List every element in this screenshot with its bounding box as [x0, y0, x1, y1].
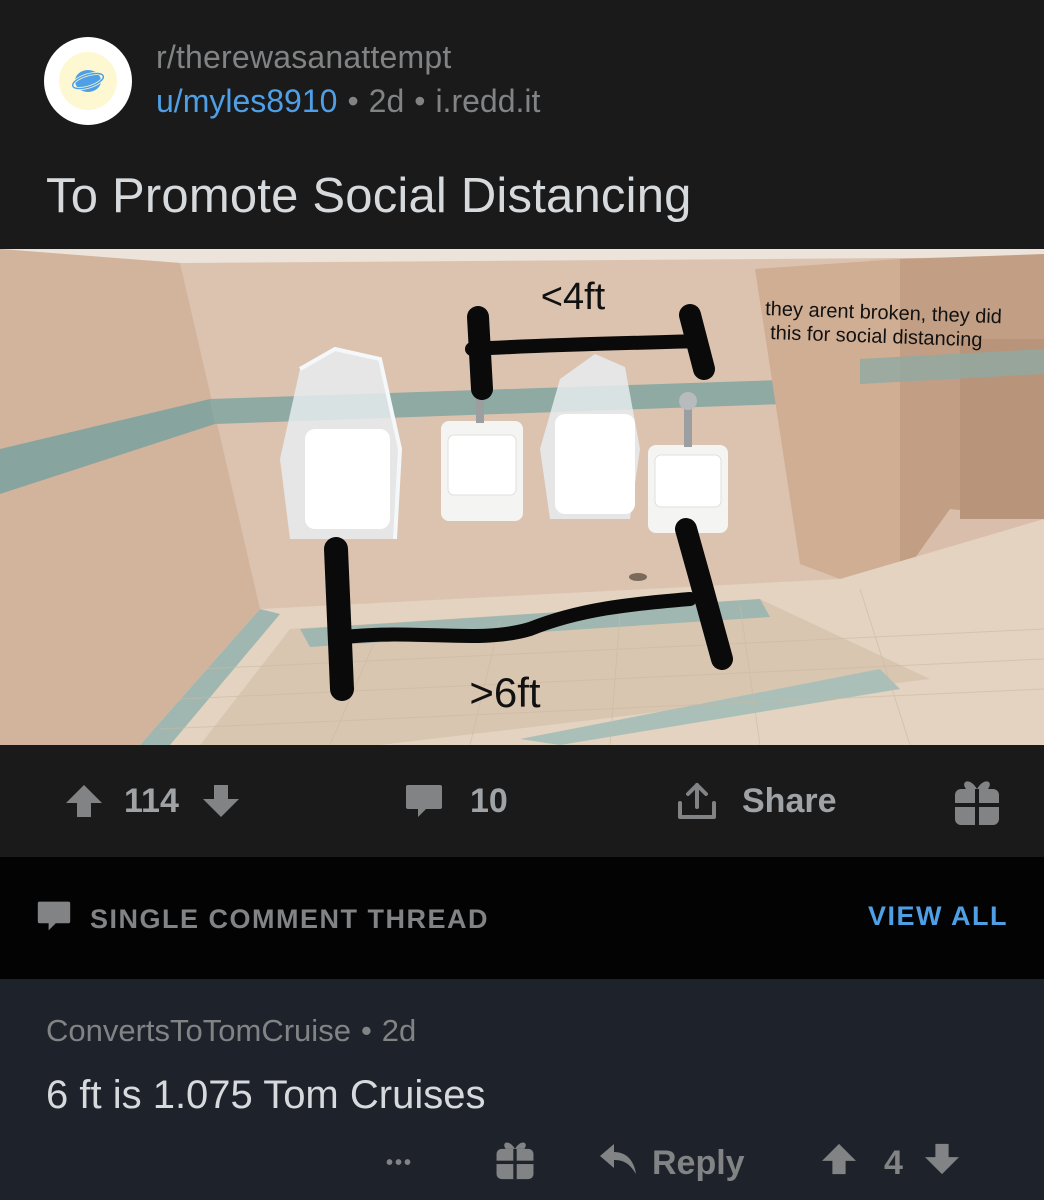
thread-label: SINGLE COMMENT THREAD	[90, 904, 489, 934]
comment: ConvertsToTomCruise • 2d 6 ft is 1.075 Tom…	[0, 979, 1044, 1200]
gift-icon	[494, 1137, 536, 1190]
downvote-icon[interactable]	[923, 1142, 961, 1185]
comment-icon	[36, 899, 90, 940]
restroom-photo: <4ft >6ft they arent broken, they did th…	[0, 249, 1044, 745]
post-action-bar: 114 10 Share	[0, 765, 1044, 837]
post-score: 114	[124, 781, 179, 820]
post-card: r/therewasanattempt u/myles8910 • 2d • i.red…	[0, 0, 1044, 857]
gift-icon	[952, 775, 1002, 827]
upvote-icon[interactable]	[64, 783, 104, 819]
post-header: r/therewasanattempt u/myles8910 • 2d • i.red…	[44, 37, 1004, 125]
subreddit-avatar[interactable]	[44, 37, 132, 125]
view-all-link[interactable]: VIEW ALL	[868, 901, 1008, 932]
meta-separator: •	[360, 1013, 372, 1048]
share-button[interactable]: Share	[676, 765, 837, 837]
planet-icon	[59, 52, 117, 110]
meta-separator: •	[347, 83, 359, 119]
post-title[interactable]: To Promote Social Distancing	[46, 168, 692, 224]
reply-button[interactable]: Reply	[598, 1131, 745, 1195]
post-age: 2d	[368, 83, 405, 119]
vote-group: 114	[64, 765, 241, 837]
comment-award-button[interactable]	[494, 1131, 536, 1195]
thread-bar: SINGLE COMMENT THREAD VIEW ALL	[0, 857, 1044, 979]
comment-count: 10	[470, 781, 508, 820]
post-author[interactable]: u/myles8910	[156, 83, 337, 119]
annotation-bottom: >6ft	[469, 669, 541, 716]
comment-body: 6 ft is 1.075 Tom Cruises	[46, 1073, 486, 1117]
post-image[interactable]: <4ft >6ft they arent broken, they did th…	[0, 249, 1044, 745]
comment-action-bar: ••• Reply 4	[0, 1131, 1044, 1195]
annotation-top: <4ft	[541, 276, 606, 318]
reply-label: Reply	[652, 1143, 745, 1182]
share-icon	[676, 781, 718, 821]
post-domain[interactable]: i.redd.it	[435, 83, 540, 119]
meta-separator: •	[414, 83, 426, 119]
comment-age: 2d	[381, 1013, 417, 1048]
thread-label-group: SINGLE COMMENT THREAD	[36, 899, 489, 940]
more-options-icon[interactable]: •••	[386, 1131, 413, 1195]
comment-vote-group: 4	[820, 1131, 961, 1195]
award-button[interactable]	[952, 765, 1002, 837]
comment-score: 4	[884, 1143, 903, 1182]
comments-button[interactable]: 10	[404, 765, 508, 837]
share-label: Share	[742, 781, 837, 820]
comment-meta: ConvertsToTomCruise • 2d	[46, 1013, 416, 1049]
downvote-icon[interactable]	[201, 783, 241, 819]
upvote-icon[interactable]	[820, 1142, 858, 1185]
post-meta: u/myles8910 • 2d • i.redd.it	[156, 83, 540, 120]
reply-arrow-icon	[598, 1142, 638, 1185]
comment-icon	[404, 783, 444, 819]
comment-author[interactable]: ConvertsToTomCruise	[46, 1013, 351, 1048]
subreddit-name[interactable]: r/therewasanattempt	[156, 39, 452, 76]
